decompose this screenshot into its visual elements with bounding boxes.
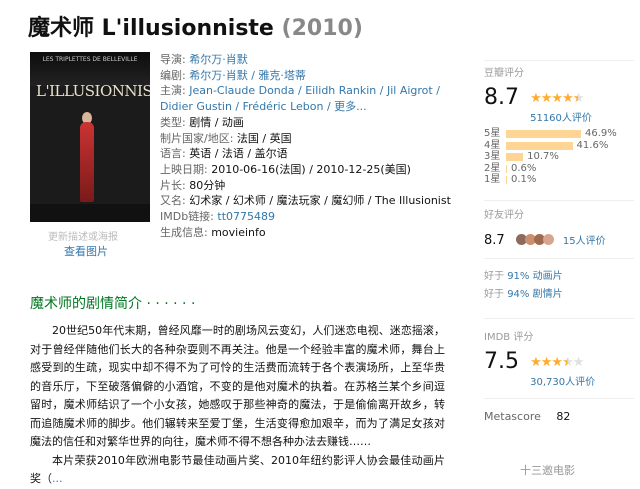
movie-info: 导演: 希尔万·肖默 编剧: 希尔万·肖默 / 雅克·塔蒂 主演: Jean-C…: [160, 52, 460, 240]
douban-stars: ★★★★★: [530, 91, 585, 106]
star-full-icon: ★: [540, 355, 553, 370]
imdb-score: 7.5: [484, 349, 519, 374]
douban-rating: 豆瓣评分 8.7 ★★★★★ 51160人评价: [484, 64, 634, 125]
rating-bar-label: 3星: [484, 151, 501, 162]
summary-paragraph: 20世纪50年代末期，曾经风靡一时的剧场风云变幻，人们迷恋电视、迷恋摇滚，对于曾…: [30, 324, 445, 448]
poster-top-text: LES TRIPLETTES DE BELLEVILLE: [30, 52, 150, 86]
movie-year: (2010): [281, 16, 363, 41]
imdb-rating: IMDB 评分 7.5 ★★★★★ 30,730人评价: [484, 328, 595, 389]
info-language: 语言: 英语 / 法语 / 盖尔语: [160, 147, 288, 161]
rating-bar-row: 4星 41.6%: [484, 140, 634, 152]
metascore-label: Metascore: [484, 410, 541, 423]
friends-divider: [484, 200, 634, 201]
movie-poster[interactable]: LES TRIPLETTES DE BELLEVILLE L'ILLUSIONN…: [30, 52, 150, 222]
friends-score: 8.7: [484, 233, 505, 248]
info-imdb: IMDb链接: tt0775489: [160, 210, 276, 224]
imdb-link[interactable]: tt0775489: [217, 210, 275, 223]
watermark: 十三邀电影: [520, 464, 575, 477]
summary-heading: 魔术师的剧情简介 · · · · · ·: [30, 293, 195, 313]
douban-rating-count[interactable]: 51160人评价: [530, 113, 592, 124]
info-release: 上映日期: 2010-06-16(法国) / 2010-12-25(美国): [160, 162, 411, 176]
animation-rank-link[interactable]: 91% 动画片: [507, 271, 562, 282]
info-aka: 又名: 幻术家 / 幻术师 / 魔法玩家 / 魔幻师 / The Illusio…: [160, 194, 451, 208]
info-source: 生成信息: movieinfo: [160, 225, 266, 239]
writer-link[interactable]: 希尔万·肖默 / 雅克·塔蒂: [189, 69, 306, 82]
friends-rating-header: 好友评分: [484, 210, 524, 221]
star-half-icon: ★: [572, 91, 585, 106]
rating-bar-label: 4星: [484, 139, 501, 151]
info-director: 导演: 希尔万·肖默: [160, 53, 248, 66]
star-empty-icon: ★: [572, 355, 585, 370]
cast-link[interactable]: Jean-Claude Donda / Eilidh Rankin / Jil …: [160, 84, 440, 113]
star-full-icon: ★: [540, 91, 553, 106]
metascore: Metascore 82: [484, 410, 570, 423]
summary-text: 20世纪50年代末期，曾经风靡一时的剧场风云变幻，人们迷恋电视、迷恋摇滚，对于曾…: [30, 322, 445, 489]
rating-bar-label: 1星: [484, 174, 501, 185]
metascore-value: 82: [556, 410, 571, 423]
rating-bar-percent: 0.6%: [511, 162, 537, 174]
poster-logo: L'ILLUSIONNISTE: [36, 82, 150, 100]
rating-bar-percent: 41.6%: [576, 139, 609, 151]
rating-bar-row: 3星 10.7%: [484, 151, 634, 163]
page-title: 魔术师 L'illusionniste (2010): [28, 10, 363, 42]
summary-paragraph-awards: 本片荣获2010年欧洲电影节最佳动画片奖、2010年纽约影评人协会最佳动画片奖（…: [30, 453, 445, 486]
better-than-drama: 好于 94% 剧情片: [484, 289, 563, 300]
rating-bar-row: 1星 0.1%: [484, 174, 634, 186]
rating-bar-row: 5星 46.9%: [484, 128, 634, 140]
rating-bar-row: 2星 0.6%: [484, 163, 634, 175]
rating-bar: [506, 176, 507, 184]
friend-avatar[interactable]: [542, 234, 554, 245]
rating-bar: [506, 153, 524, 161]
summary-dots: · · · · · ·: [142, 296, 196, 312]
rating-bar-label: 5星: [484, 128, 501, 139]
info-runtime: 片长: 80分钟: [160, 178, 226, 192]
director-link[interactable]: 希尔万·肖默: [189, 53, 248, 66]
friends-rating: 好友评分 8.7 15人评价: [484, 206, 634, 248]
rating-bar-percent: 0.1%: [511, 174, 537, 185]
info-cast: 主演: Jean-Claude Donda / Eilidh Rankin / …: [160, 84, 440, 114]
rating-bar-percent: 46.9%: [585, 128, 617, 139]
imdb-stars: ★★★★★: [530, 355, 585, 370]
star-full-icon: ★: [551, 91, 563, 106]
star-full-icon: ★: [562, 91, 574, 106]
poster-figure: [80, 122, 94, 202]
update-poster-link[interactable]: 更新描述或海报: [48, 228, 118, 243]
movie-name: 魔术师 L'illusionniste: [28, 16, 274, 41]
imdb-rating-header: IMDB 评分: [484, 332, 534, 343]
rating-bar-label: 2星: [484, 162, 501, 174]
better-than: 好于 91% 动画片 好于 94% 剧情片: [484, 268, 563, 304]
rating-distribution: 5星 46.9% 4星 41.6% 3星 10.7% 2星 0.6% 1星 0.1%: [484, 128, 634, 186]
view-images-link[interactable]: 查看图片: [64, 243, 108, 259]
metascore-divider: [484, 398, 634, 399]
douban-rating-header: 豆瓣评分: [484, 68, 524, 79]
star-full-icon: ★: [530, 91, 542, 106]
star-full-icon: ★: [530, 355, 542, 370]
poster-footer: [30, 204, 150, 222]
star-half-icon: ★: [562, 355, 574, 370]
better-than-animation: 好于 91% 动画片: [484, 271, 563, 282]
rating-bar: [506, 130, 582, 138]
star-full-icon: ★: [551, 355, 563, 370]
better-divider: [484, 258, 634, 259]
info-writer: 编剧: 希尔万·肖默 / 雅克·塔蒂: [160, 68, 306, 82]
friends-rating-count[interactable]: 15人评价: [563, 236, 606, 247]
rating-bar: [506, 164, 507, 173]
friend-avatars[interactable]: [515, 229, 554, 248]
rating-bar-percent: 10.7%: [527, 151, 559, 162]
douban-score: 8.7: [484, 85, 519, 110]
imdb-rating-count[interactable]: 30,730人评价: [530, 377, 595, 388]
rating-bar: [506, 141, 573, 150]
imdb-divider: [484, 318, 634, 319]
drama-rank-link[interactable]: 94% 剧情片: [507, 289, 562, 300]
summary-title: 魔术师的剧情简介: [30, 296, 142, 312]
info-genre: 类型: 剧情 / 动画: [160, 115, 244, 129]
rating-top-divider: [484, 60, 634, 61]
info-country: 制片国家/地区: 法国 / 英国: [160, 131, 292, 145]
